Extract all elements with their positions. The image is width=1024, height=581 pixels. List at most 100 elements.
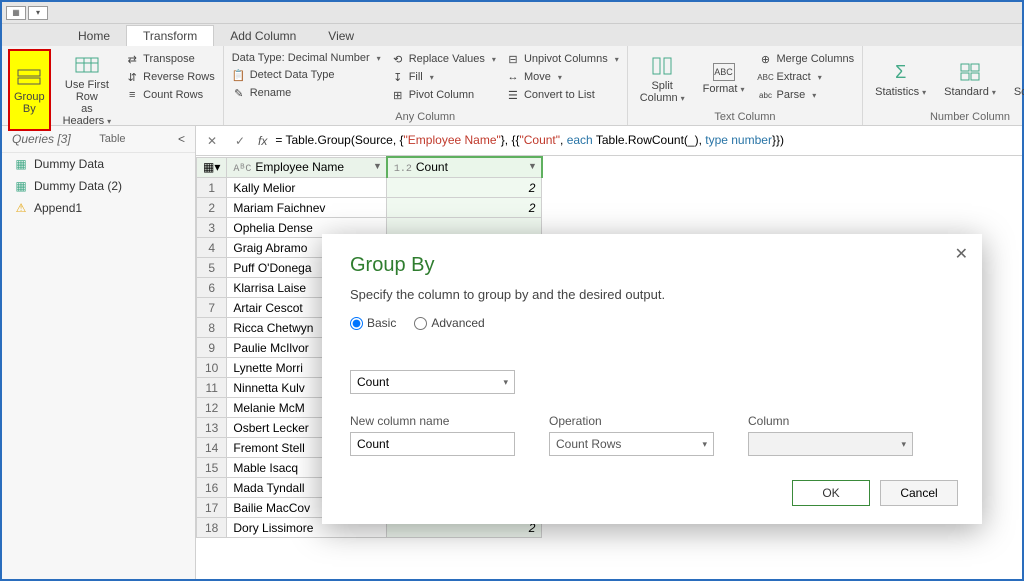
data-type-button[interactable]: Data Type: Decimal Number	[230, 51, 383, 65]
row-number[interactable]: 15	[197, 458, 227, 478]
format-button[interactable]: ABC Format	[697, 49, 751, 109]
fx-icon[interactable]: fx	[258, 134, 267, 148]
row-number[interactable]: 10	[197, 358, 227, 378]
formula-bar: ✕ ✓ fx = Table.Group(Source, {"Employee …	[196, 126, 1022, 156]
query-item[interactable]: ▦Dummy Data	[2, 153, 195, 175]
detect-icon: 📋	[232, 68, 246, 82]
table-row[interactable]: 2Mariam Faichnev2	[197, 198, 542, 218]
cell-count[interactable]: 2	[387, 198, 542, 218]
fill-button[interactable]: ↧Fill	[389, 69, 498, 85]
pivot-icon: ⊞	[391, 88, 405, 102]
row-number[interactable]: 6	[197, 278, 227, 298]
row-number[interactable]: 5	[197, 258, 227, 278]
count-rows-button[interactable]: ≡Count Rows	[123, 87, 217, 103]
transpose-button[interactable]: ⇄Transpose	[123, 51, 217, 67]
parse-button[interactable]: abcParse	[757, 87, 857, 103]
replace-icon: ⟲	[391, 52, 405, 66]
rename-button[interactable]: ✎Rename	[230, 85, 383, 101]
parse-icon: abc	[759, 88, 773, 102]
merge-columns-button[interactable]: ⊕Merge Columns	[757, 51, 857, 67]
sigma-icon: Σ	[887, 60, 915, 84]
use-first-row-button[interactable]: Use First Row as Headers	[57, 49, 118, 131]
number-column-group-label: Number Column	[869, 109, 1024, 125]
reverse-rows-button[interactable]: ⇵Reverse Rows	[123, 69, 217, 85]
cell-employee[interactable]: Kally Melior	[227, 178, 387, 198]
statistics-button[interactable]: Σ Statistics	[869, 49, 932, 109]
rename-icon: ✎	[232, 86, 246, 100]
formula-commit-icon[interactable]: ✓	[230, 134, 250, 148]
tab-add-column[interactable]: Add Column	[214, 26, 312, 46]
group-by-button[interactable]: Group By	[8, 49, 51, 131]
column-header-employee[interactable]: AᴮCEmployee Name▼	[227, 157, 387, 178]
group-by-dialog: ✕ Group By Specify the column to group b…	[322, 234, 982, 524]
group-by-icon	[15, 65, 43, 89]
standard-icon	[956, 60, 984, 84]
cancel-button[interactable]: Cancel	[880, 480, 958, 506]
scientific-button[interactable]: 10² Scientific	[1008, 49, 1024, 109]
warning-icon: ⚠	[14, 201, 28, 215]
cell-employee[interactable]: Mariam Faichnev	[227, 198, 387, 218]
move-icon: ↔	[506, 70, 520, 84]
row-number[interactable]: 17	[197, 498, 227, 518]
filter-icon[interactable]: ▼	[373, 161, 382, 171]
row-number[interactable]: 2	[197, 198, 227, 218]
row-number[interactable]: 16	[197, 478, 227, 498]
new-column-input[interactable]	[350, 432, 515, 456]
replace-values-button[interactable]: ⟲Replace Values	[389, 51, 498, 67]
dialog-title: Group By	[350, 254, 954, 277]
extract-icon: ABC	[759, 70, 773, 84]
convert-list-button[interactable]: ☰Convert to List	[504, 87, 621, 103]
text-column-group-label: Text Column	[634, 109, 856, 125]
dialog-close-icon[interactable]: ✕	[955, 244, 968, 264]
row-number[interactable]: 8	[197, 318, 227, 338]
tab-home[interactable]: Home	[62, 26, 126, 46]
window-titlebar: ▦ ▾	[2, 2, 1022, 24]
tab-transform[interactable]: Transform	[126, 25, 214, 46]
cell-count[interactable]: 2	[387, 178, 542, 198]
column-header-count[interactable]: 1.2Count▼	[387, 157, 542, 178]
ok-button[interactable]: OK	[792, 480, 870, 506]
pivot-button[interactable]: ⊞Pivot Column	[389, 87, 498, 103]
dialog-description: Specify the column to group by and the d…	[350, 287, 954, 302]
new-column-label: New column name	[350, 414, 515, 428]
row-number[interactable]: 9	[197, 338, 227, 358]
count-icon: ≡	[125, 88, 139, 102]
row-number[interactable]: 4	[197, 238, 227, 258]
format-icon: ABC	[713, 63, 735, 81]
row-number[interactable]: 14	[197, 438, 227, 458]
detect-type-button[interactable]: 📋Detect Data Type	[230, 67, 383, 83]
group-by-label: Group By	[14, 91, 45, 115]
row-number[interactable]: 12	[197, 398, 227, 418]
operation-select[interactable]: Count Rows	[549, 432, 714, 456]
filter-icon[interactable]: ▼	[528, 161, 537, 171]
merge-icon: ⊕	[759, 52, 773, 66]
tab-view[interactable]: View	[312, 26, 370, 46]
row-number[interactable]: 13	[197, 418, 227, 438]
split-icon	[648, 54, 676, 78]
titlebar-dropdown[interactable]: ▾	[28, 6, 48, 20]
row-number[interactable]: 11	[197, 378, 227, 398]
row-number[interactable]: 18	[197, 518, 227, 538]
table-group-label: Table	[8, 131, 217, 147]
table-row[interactable]: 1Kally Melior2	[197, 178, 542, 198]
operation-label: Operation	[549, 414, 714, 428]
ribbon-tabs: Home Transform Add Column View	[2, 24, 1022, 46]
split-column-button[interactable]: Split Column	[634, 49, 691, 109]
standard-button[interactable]: Standard	[938, 49, 1002, 109]
grid-corner[interactable]: ▦▾	[197, 157, 227, 178]
radio-advanced[interactable]: Advanced	[414, 316, 484, 330]
extract-button[interactable]: ABCExtract	[757, 69, 857, 85]
row-number[interactable]: 3	[197, 218, 227, 238]
transpose-icon: ⇄	[125, 52, 139, 66]
row-number[interactable]: 7	[197, 298, 227, 318]
radio-basic[interactable]: Basic	[350, 316, 396, 330]
query-item[interactable]: ⚠Append1	[2, 197, 195, 219]
move-button[interactable]: ↔Move	[504, 69, 621, 85]
row-number[interactable]: 1	[197, 178, 227, 198]
groupby-column-select[interactable]: Count	[350, 370, 515, 394]
formula-text[interactable]: = Table.Group(Source, {"Employee Name"},…	[275, 133, 784, 148]
fill-icon: ↧	[391, 70, 405, 84]
unpivot-button[interactable]: ⊟Unpivot Columns	[504, 51, 621, 67]
query-item[interactable]: ▦Dummy Data (2)	[2, 175, 195, 197]
column-select[interactable]	[748, 432, 913, 456]
